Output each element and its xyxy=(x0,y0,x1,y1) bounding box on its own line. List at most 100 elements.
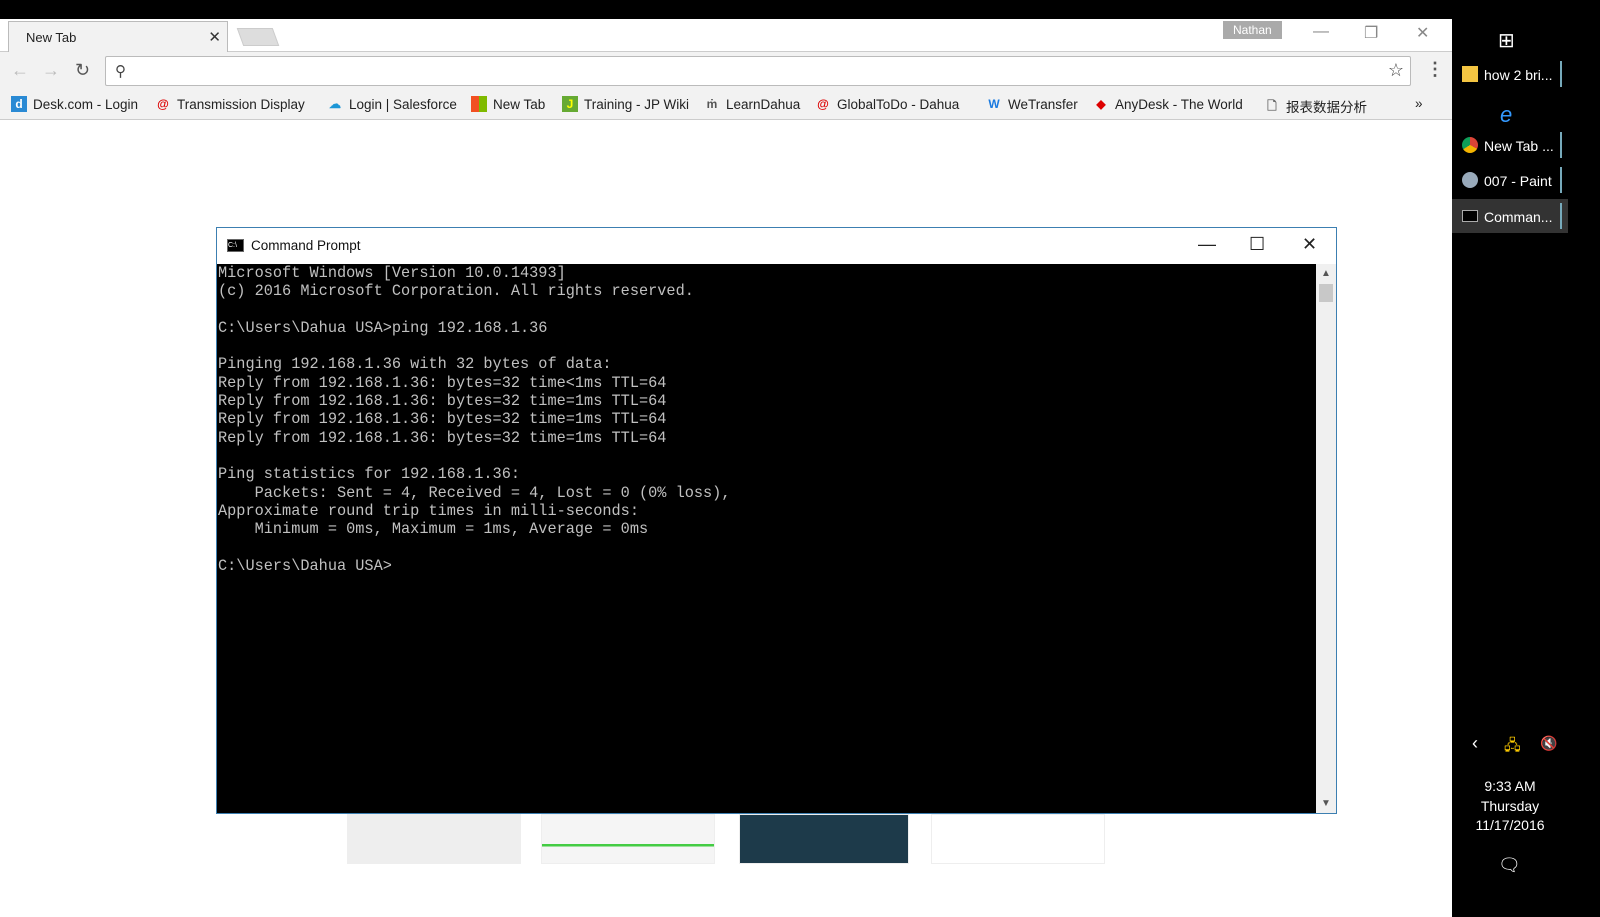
cmd-icon: C:\ xyxy=(227,239,244,252)
bookmark-transmission[interactable]: @ Transmission Display xyxy=(155,96,305,112)
console-line: Microsoft Windows [Version 10.0.14393] xyxy=(218,264,566,282)
tab-strip: New Tab ✕ Nathan — ❐ ✕ xyxy=(0,19,1452,52)
scroll-down-icon[interactable]: ▼ xyxy=(1321,798,1331,809)
console-output[interactable]: Microsoft Windows [Version 10.0.14393] (c… xyxy=(217,264,1316,813)
taskbar-label: how 2 bri... xyxy=(1484,67,1553,83)
start-windows-icon[interactable]: ⊞ xyxy=(1498,28,1515,53)
bookmark-label: LearnDahua xyxy=(726,96,801,112)
wiki-icon: J xyxy=(562,96,578,112)
bookmark-anydesk[interactable]: ◆ AnyDesk - The World xyxy=(1093,96,1243,112)
taskbar: ⊞ how 2 bri... e New Tab ... 007 - Paint… xyxy=(1452,19,1568,917)
bookmark-label: 报表数据分析 xyxy=(1286,100,1367,115)
console-line: Reply from 192.168.1.36: bytes=32 time=1… xyxy=(218,410,667,429)
clock-date[interactable]: 11/17/2016 xyxy=(1452,817,1568,833)
console-line: Ping statistics for 192.168.1.36: xyxy=(218,465,520,484)
clock-time[interactable]: 9:33 AM xyxy=(1452,778,1568,794)
bookmark-star-icon[interactable]: ☆ xyxy=(1388,60,1404,81)
folder-icon xyxy=(1462,66,1478,82)
tab-new-tab[interactable]: New Tab ✕ xyxy=(8,21,228,52)
show-hidden-icons-chevron-icon[interactable]: ‹ xyxy=(1472,733,1478,754)
bookmark-globaltodo[interactable]: @ GlobalToDo - Dahua xyxy=(815,96,959,112)
bookmark-wetransfer[interactable]: W WeTransfer xyxy=(986,96,1078,112)
most-visited-tile[interactable] xyxy=(541,814,715,864)
learndahua-icon: ṁ xyxy=(706,97,718,111)
console-line: Approximate round trip times in milli-se… xyxy=(218,501,639,520)
chrome-icon xyxy=(1462,137,1478,153)
bookmark-label: Training - JP Wiki xyxy=(584,96,690,112)
taskbar-item-paint[interactable]: 007 - Paint xyxy=(1452,163,1568,197)
taskbar-item-cmd[interactable]: Comman... xyxy=(1452,199,1568,233)
new-tab-button[interactable] xyxy=(236,28,280,46)
bookmark-learndahua[interactable]: ṁ LearnDahua xyxy=(704,96,801,112)
network-warning-icon[interactable]: 🖧 xyxy=(1504,735,1521,760)
dahua-icon: @ xyxy=(157,97,169,111)
console-line: Reply from 192.168.1.36: bytes=32 time=1… xyxy=(218,392,667,411)
console-line: (c) 2016 Microsoft Corporation. All righ… xyxy=(218,282,694,301)
console-line: Reply from 192.168.1.36: bytes=32 time<1… xyxy=(218,373,667,392)
search-icon: ⚲ xyxy=(115,63,126,80)
bookmark-label: AnyDesk - The World xyxy=(1115,96,1243,112)
bookmark-label: GlobalToDo - Dahua xyxy=(837,96,960,112)
taskbar-item-ie[interactable]: e xyxy=(1452,92,1568,127)
bookmark-label: Desk.com - Login xyxy=(33,96,139,112)
restore-icon[interactable]: ❐ xyxy=(1364,23,1378,43)
bookmark-label: Transmission Display xyxy=(177,96,305,112)
salesforce-icon: ☁ xyxy=(329,97,341,111)
minimize-icon[interactable]: — xyxy=(1313,23,1329,41)
anydesk-icon: ◆ xyxy=(1096,97,1106,111)
profile-button[interactable]: Nathan xyxy=(1223,21,1282,39)
taskbar-item-folder[interactable]: how 2 bri... xyxy=(1452,57,1568,91)
close-icon[interactable]: ✕ xyxy=(1416,23,1429,43)
bookmark-new-tab[interactable]: New Tab xyxy=(471,96,545,112)
console-line: C:\Users\Dahua USA> xyxy=(218,556,392,575)
forward-icon[interactable]: → xyxy=(42,60,60,81)
maximize-icon[interactable]: ☐ xyxy=(1249,234,1265,255)
back-icon[interactable]: ← xyxy=(11,60,29,81)
scroll-up-icon[interactable]: ▲ xyxy=(1321,268,1331,279)
taskbar-label: New Tab ... xyxy=(1484,138,1554,154)
command-prompt-window: C:\ Command Prompt — ☐ ✕ Microsoft Windo… xyxy=(216,227,1337,814)
bookmark-salesforce[interactable]: ☁ Login | Salesforce xyxy=(327,96,457,112)
cmd-icon xyxy=(1462,210,1478,222)
bookmark-label: Login | Salesforce xyxy=(349,96,457,112)
bookmark-desk[interactable]: d Desk.com - Login xyxy=(11,96,138,112)
most-visited-tile[interactable] xyxy=(739,814,909,864)
tab-title: New Tab xyxy=(26,30,77,45)
scroll-thumb[interactable] xyxy=(1319,284,1333,302)
menu-icon[interactable]: ⋮ xyxy=(1426,59,1444,80)
taskbar-label: Comman... xyxy=(1484,209,1553,225)
close-tab-icon[interactable]: ✕ xyxy=(208,28,221,46)
console-line: Packets: Sent = 4, Received = 4, Lost = … xyxy=(218,483,731,502)
windows-icon xyxy=(471,96,487,112)
address-bar[interactable]: ⚲ ☆ xyxy=(105,56,1411,86)
title-bar[interactable]: C:\ Command Prompt — ☐ ✕ xyxy=(217,228,1336,264)
most-visited-tile[interactable] xyxy=(347,814,521,864)
vertical-scrollbar[interactable]: ▲ ▼ xyxy=(1316,264,1336,813)
minimize-icon[interactable]: — xyxy=(1198,234,1216,255)
more-bookmarks-button[interactable]: » xyxy=(1415,96,1423,111)
volume-muted-icon[interactable]: 🔇 xyxy=(1540,735,1557,752)
bookmark-report[interactable]: 🗋 报表数据分析 xyxy=(1264,96,1367,116)
paint-icon xyxy=(1462,172,1478,188)
bookmark-training[interactable]: J Training - JP Wiki xyxy=(562,96,689,112)
taskbar-item-chrome[interactable]: New Tab ... xyxy=(1452,128,1568,162)
page-icon: 🗋 xyxy=(1267,99,1277,113)
window-title: Command Prompt xyxy=(251,238,361,253)
console-line: C:\Users\Dahua USA>ping 192.168.1.36 xyxy=(218,318,548,337)
bookmark-label: WeTransfer xyxy=(1008,96,1078,112)
ie-icon: e xyxy=(1500,102,1513,127)
reload-icon[interactable]: ↻ xyxy=(75,60,90,81)
dahua-icon: @ xyxy=(817,97,829,111)
most-visited-tile[interactable] xyxy=(931,814,1105,864)
taskbar-label: 007 - Paint xyxy=(1484,173,1552,189)
clock-day[interactable]: Thursday xyxy=(1452,798,1568,814)
toolbar: ← → ↻ ⚲ ☆ ⋮ xyxy=(0,52,1452,90)
bookmark-label: New Tab xyxy=(493,96,546,112)
action-center-icon[interactable]: 🗨 xyxy=(1498,855,1521,876)
close-icon[interactable]: ✕ xyxy=(1302,234,1317,255)
wetransfer-icon: W xyxy=(988,97,1000,111)
